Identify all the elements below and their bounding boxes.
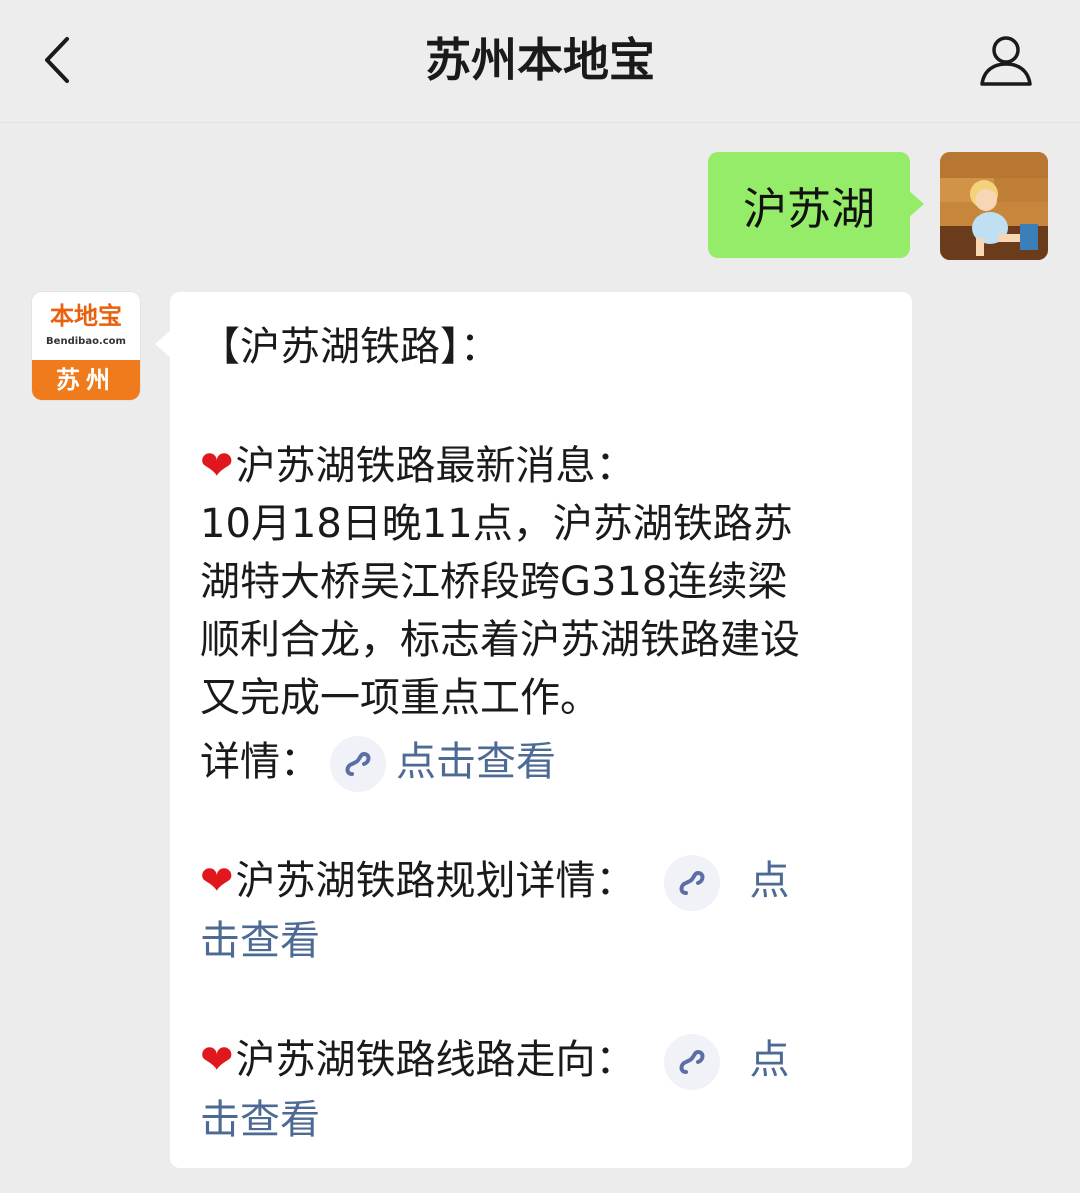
route-link-continued: 击查看 xyxy=(200,1091,890,1149)
plan-link-continued: 击查看 xyxy=(200,912,890,970)
top-bar: 苏州本地宝 xyxy=(0,0,1080,123)
heart-icon: ❤ xyxy=(200,858,234,904)
plan-title-text: 沪苏湖铁路规划详情： xyxy=(235,858,636,904)
route-link[interactable]: 点 xyxy=(750,1037,790,1083)
user-avatar[interactable] xyxy=(940,152,1048,260)
news-line: 10月18日晚11点，沪苏湖铁路苏 xyxy=(200,501,793,547)
heart-icon: ❤ xyxy=(200,443,234,489)
person-icon xyxy=(980,36,1032,86)
plan-link[interactable]: 击查看 xyxy=(200,918,320,964)
message-heading: 【沪苏湖铁路】： xyxy=(200,324,500,370)
brand-logo-text: 本地宝 xyxy=(50,301,122,330)
news-line: 顺利合龙，标志着沪苏湖铁路建设 xyxy=(200,617,800,663)
sent-message-bubble[interactable]: 沪苏湖 xyxy=(708,152,910,258)
detail-label: 详情： xyxy=(200,739,320,785)
brand-logo-domain: Bendibao.com xyxy=(46,336,126,347)
news-section-title: ❤沪苏湖铁路最新消息： xyxy=(200,437,890,495)
news-title-text: 沪苏湖铁路最新消息： xyxy=(235,443,636,489)
sent-bubble-tail xyxy=(908,190,924,218)
route-link-icon[interactable] xyxy=(663,1034,720,1090)
route-section-title: ❤沪苏湖铁路线路走向： 点 xyxy=(200,1031,890,1090)
heart-icon: ❤ xyxy=(200,1037,234,1083)
page-title: 苏州本地宝 xyxy=(425,33,655,87)
detail-link-icon[interactable] xyxy=(330,736,386,792)
detail-link[interactable]: 点击查看 xyxy=(396,739,556,785)
route-title-text: 沪苏湖铁路线路走向： xyxy=(235,1037,636,1083)
plan-link[interactable]: 点 xyxy=(750,858,790,904)
profile-button[interactable] xyxy=(974,28,1038,92)
route-link[interactable]: 击查看 xyxy=(200,1097,320,1143)
news-line: 湖特大桥吴江桥段跨G318连续梁 xyxy=(200,559,788,605)
account-avatar[interactable]: 本地宝 Bendibao.com 苏州 xyxy=(32,292,140,400)
brand-logo-city: 苏州 xyxy=(32,360,140,400)
cartoon-avatar-image xyxy=(940,152,1048,260)
plan-section-title: ❤沪苏湖铁路规划详情： 点 xyxy=(200,852,890,911)
detail-row: 详情： 点击查看 xyxy=(200,733,890,792)
news-line: 又完成一项重点工作。 xyxy=(200,675,600,721)
plan-link-icon[interactable] xyxy=(663,855,720,911)
received-bubble-tail xyxy=(155,330,171,358)
sent-message-text: 沪苏湖 xyxy=(743,184,875,235)
